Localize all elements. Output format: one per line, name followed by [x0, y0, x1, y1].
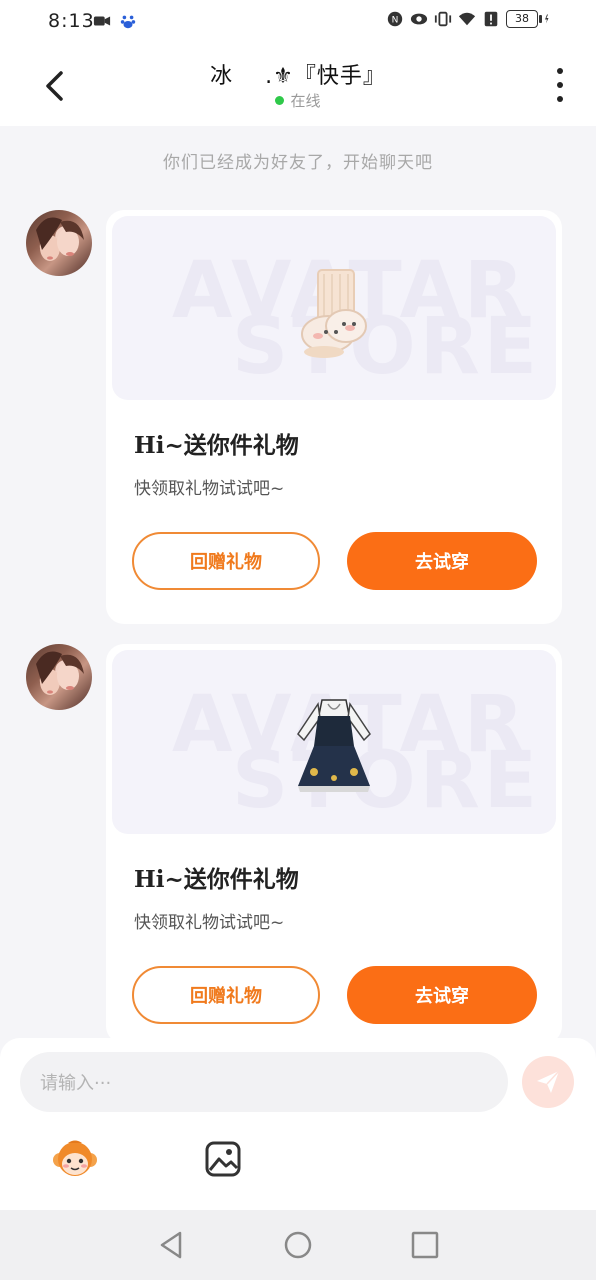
emoji-button[interactable] — [50, 1134, 100, 1184]
avatar-photo — [36, 651, 84, 695]
input-panel — [0, 1038, 596, 1210]
try-on-button[interactable]: 去试穿 — [347, 966, 537, 1024]
send-button[interactable] — [522, 1056, 574, 1108]
avatar-photo — [36, 217, 84, 261]
image-icon — [205, 1141, 241, 1177]
chat-header: 冰 .⚜『快手』 在线 — [0, 44, 596, 126]
baidu-icon — [120, 15, 136, 29]
socks-icon — [301, 269, 367, 358]
dot-icon — [557, 68, 563, 74]
return-gift-button[interactable]: 回赠礼物 — [132, 966, 320, 1024]
watermark-text: STORE — [232, 736, 542, 826]
alert-icon — [484, 11, 498, 27]
nav-recents-icon[interactable] — [410, 1230, 440, 1260]
dot-icon — [557, 82, 563, 88]
online-dot-icon — [275, 96, 285, 105]
image-picker-button[interactable] — [204, 1140, 242, 1178]
wifi-icon — [458, 12, 476, 26]
video-icon — [93, 16, 111, 26]
send-icon — [537, 1070, 560, 1093]
dot-icon — [557, 96, 563, 102]
nav-home-icon[interactable] — [283, 1230, 313, 1260]
status-time: 8:13 — [48, 10, 95, 32]
chat-title: 冰 .⚜『快手』 — [0, 58, 596, 90]
monkey-emoji-icon — [53, 1140, 97, 1176]
gift-subtitle: 快领取礼物试试吧~ — [134, 479, 285, 499]
message-input-box — [20, 1052, 508, 1114]
nfc-icon: N — [387, 11, 403, 27]
more-options-button[interactable] — [552, 68, 568, 102]
gift-image[interactable]: AVATAR STORE — [112, 216, 556, 400]
battery-icon: 38 — [506, 10, 542, 28]
eye-icon — [410, 13, 428, 25]
online-status: 在线 — [0, 90, 596, 111]
gift-card: AVATAR STORE Hi~送你件礼物 快领取礼物试试吧~ 回赠礼物 去试穿 — [106, 210, 562, 624]
try-on-button[interactable]: 去试穿 — [347, 532, 537, 590]
watermark-text: STORE — [232, 302, 542, 392]
system-message: 你们已经成为好友了，开始聊天吧 — [163, 153, 433, 173]
svg-text:N: N — [392, 16, 399, 26]
chat-title-suffix: .⚜『快手』 — [265, 64, 386, 89]
message-input[interactable] — [38, 1052, 482, 1114]
gift-card: AVATAR STORE Hi~送你件礼物 快领取礼物试试吧~ 回赠礼物 去试穿 — [106, 644, 562, 1044]
chat-title-prefix: 冰 — [210, 64, 234, 89]
charging-icon — [545, 14, 549, 24]
gift-subtitle: 快领取礼物试试吧~ — [134, 913, 285, 933]
vibrate-icon — [434, 11, 452, 27]
system-nav-bar — [0, 1210, 596, 1280]
avatar[interactable] — [26, 644, 92, 710]
dress-icon — [297, 699, 371, 792]
return-gift-button[interactable]: 回赠礼物 — [132, 532, 320, 590]
nav-back-icon[interactable] — [156, 1230, 186, 1260]
gift-title: Hi~送你件礼物 — [134, 432, 299, 459]
gift-image[interactable]: AVATAR STORE — [112, 650, 556, 834]
gift-title: Hi~送你件礼物 — [134, 866, 299, 893]
status-bar: 8:13 N 38 — [0, 0, 596, 44]
online-status-label: 在线 — [290, 92, 321, 110]
avatar[interactable] — [26, 210, 92, 276]
